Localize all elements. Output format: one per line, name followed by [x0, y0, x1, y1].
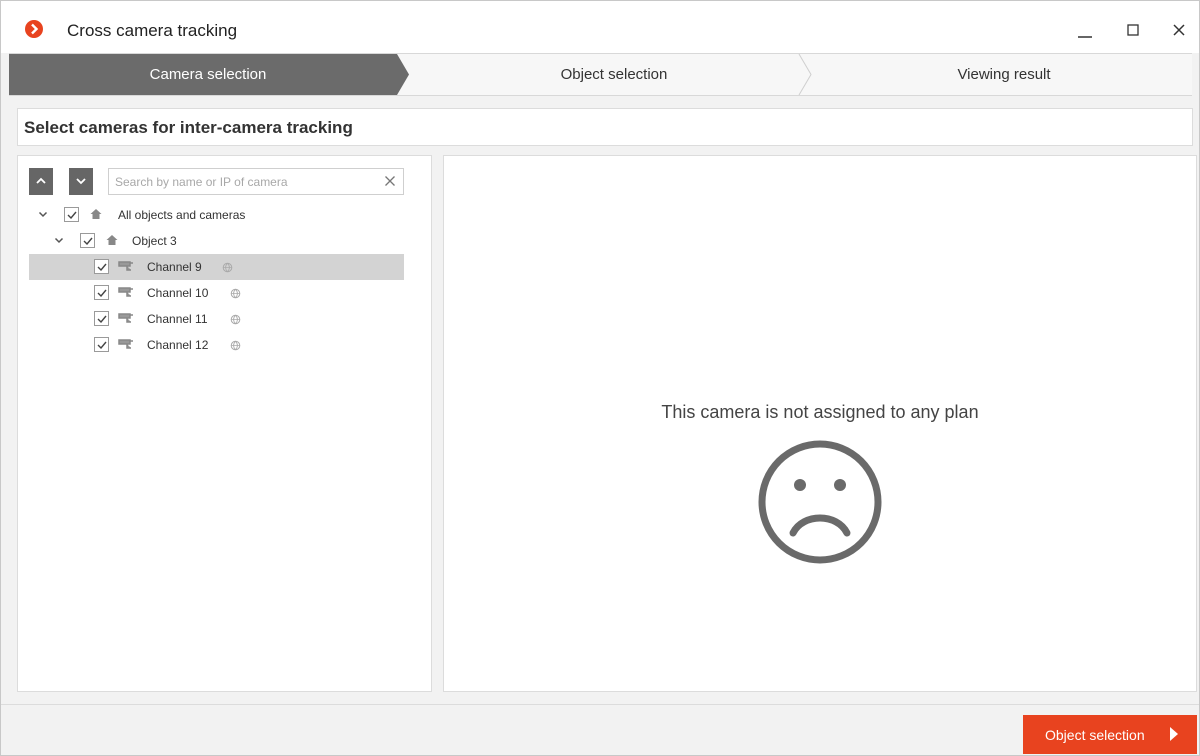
footer-bar: Object selection — [1, 704, 1199, 755]
page-title: Select cameras for inter-camera tracking — [24, 118, 353, 137]
minimize-icon — [1078, 36, 1092, 38]
camera-search-input[interactable] — [115, 173, 375, 191]
checkmark-icon — [97, 263, 107, 271]
chevron-up-icon — [36, 177, 46, 184]
globe-icon — [222, 262, 233, 273]
collapse-all-button[interactable] — [29, 168, 53, 195]
step-viewing-result[interactable]: Viewing result — [819, 66, 1189, 83]
tree-item-label: Channel 9 — [147, 260, 202, 274]
house-icon — [90, 209, 102, 219]
cross-camera-tracking-window: Cross camera tracking Camera selection O… — [0, 0, 1200, 756]
close-icon — [1173, 24, 1185, 36]
camera-icon — [118, 313, 133, 323]
maximize-button[interactable] — [1115, 15, 1151, 43]
camera-search — [108, 168, 404, 195]
camera-icon — [118, 287, 133, 297]
globe-icon — [230, 340, 241, 351]
sad-face-icon — [758, 440, 882, 564]
step-camera-selection[interactable]: Camera selection — [9, 66, 407, 83]
checkbox-object-3[interactable] — [80, 233, 95, 248]
tree-item-label: All objects and cameras — [118, 208, 246, 222]
page-heading-box: Select cameras for inter-camera tracking — [17, 108, 1193, 146]
clear-search-icon[interactable] — [384, 175, 396, 187]
camera-icon — [118, 339, 133, 349]
tree-item-channel-11[interactable]: Channel 11 — [18, 306, 431, 332]
window-title: Cross camera tracking — [67, 21, 238, 40]
tree-item-all-objects[interactable]: All objects and cameras — [18, 202, 431, 228]
next-step-label: Object selection — [1045, 726, 1145, 743]
globe-icon — [230, 288, 241, 299]
tree-item-label: Channel 11 — [147, 312, 208, 326]
tree-item-label: Channel 12 — [147, 338, 209, 352]
checkbox-channel-12[interactable] — [94, 337, 109, 352]
checkmark-icon — [97, 315, 107, 323]
no-plan-message: This camera is not assigned to any plan — [661, 402, 979, 422]
plan-view-panel: This camera is not assigned to any plan — [443, 155, 1197, 692]
checkmark-icon — [67, 211, 77, 219]
camera-tree-panel: All objects and cameras Object 3 Channel… — [17, 155, 432, 692]
tree-item-channel-10[interactable]: Channel 10 — [18, 280, 431, 306]
chevron-down-icon[interactable] — [38, 211, 48, 218]
house-icon — [106, 235, 118, 245]
checkbox-channel-10[interactable] — [94, 285, 109, 300]
maximize-icon — [1127, 24, 1139, 36]
tree-item-object-3[interactable]: Object 3 — [18, 228, 431, 254]
tree-item-label: Object 3 — [132, 234, 177, 248]
checkmark-icon — [97, 289, 107, 297]
tree-item-channel-9[interactable]: Channel 9 — [29, 254, 404, 280]
expand-all-button[interactable] — [69, 168, 93, 195]
checkmark-icon — [83, 237, 93, 245]
checkbox-channel-9[interactable] — [94, 259, 109, 274]
chevron-down-icon — [76, 178, 86, 185]
next-step-button[interactable]: Object selection — [1023, 715, 1197, 754]
play-arrow-icon — [1170, 727, 1178, 741]
app-logo-icon — [25, 20, 43, 38]
wizard-steps: Camera selection Object selection Viewin… — [9, 53, 1192, 96]
checkbox-channel-11[interactable] — [94, 311, 109, 326]
tree-item-channel-12[interactable]: Channel 12 — [18, 332, 431, 358]
checkbox-all-objects[interactable] — [64, 207, 79, 222]
checkmark-icon — [97, 341, 107, 349]
chevron-down-icon[interactable] — [54, 237, 64, 244]
globe-icon — [230, 314, 241, 325]
step-object-selection[interactable]: Object selection — [419, 66, 809, 83]
close-button[interactable] — [1161, 15, 1197, 43]
tree-item-label: Channel 10 — [147, 286, 209, 300]
minimize-button[interactable] — [1067, 15, 1103, 43]
camera-icon — [118, 261, 133, 271]
title-bar: Cross camera tracking — [1, 1, 1199, 53]
